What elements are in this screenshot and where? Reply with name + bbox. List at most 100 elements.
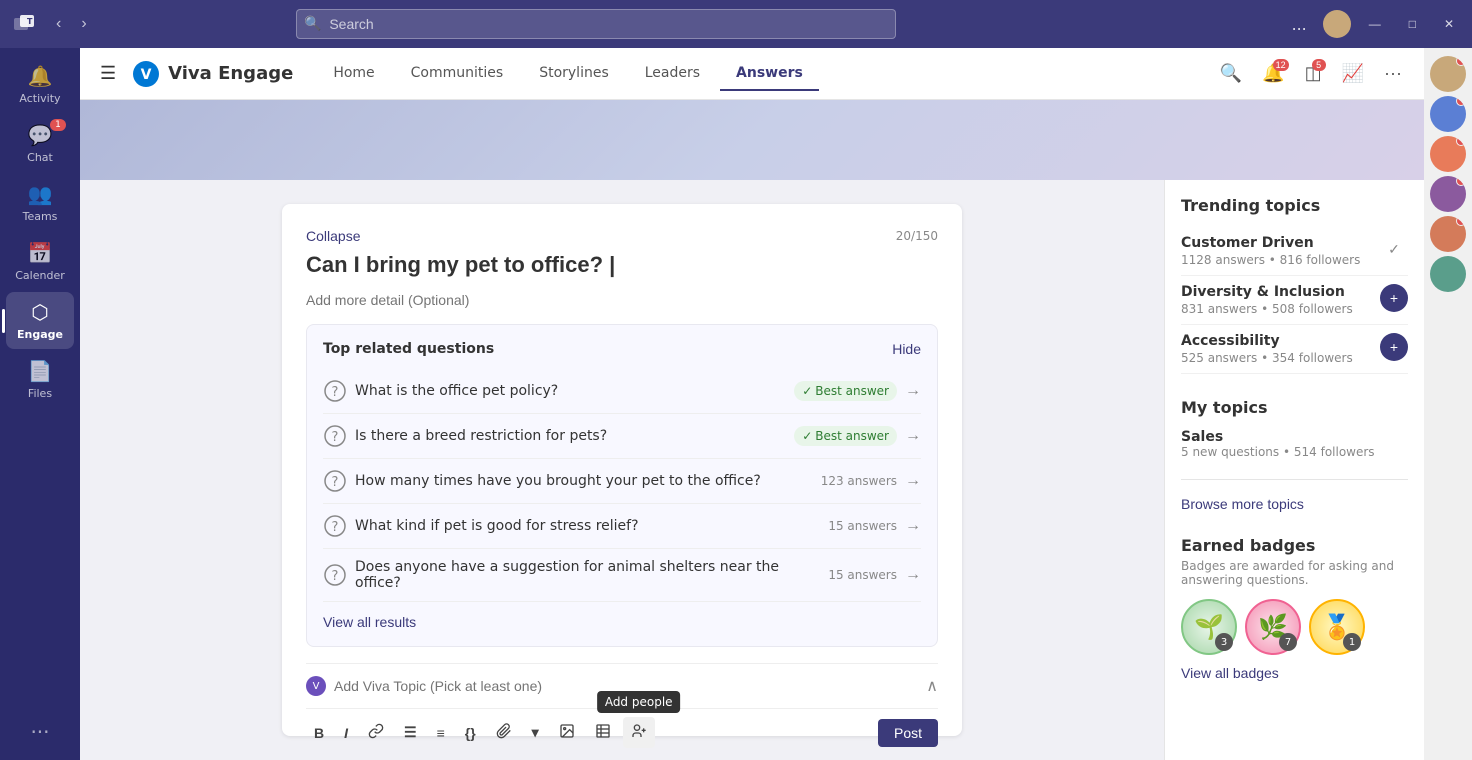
question-arrow-button[interactable]: →	[905, 566, 921, 584]
maximize-button[interactable]: □	[1399, 13, 1426, 35]
right-rail-avatar-1[interactable]	[1430, 96, 1466, 132]
nav-item-answers[interactable]: Answers	[720, 57, 819, 91]
sidebar-item-calendar[interactable]: 📅 Calender	[6, 233, 74, 290]
minimize-button[interactable]: —	[1359, 13, 1391, 35]
badges-title: Earned badges	[1181, 536, 1408, 555]
bold-button[interactable]: B	[306, 719, 332, 747]
related-question-item[interactable]: ? Does anyone have a suggestion for anim…	[323, 549, 921, 602]
sidebar-item-activity[interactable]: 🔔 Activity	[6, 56, 74, 113]
sidebar-item-label: Teams	[23, 210, 58, 223]
code-button[interactable]: {}	[457, 719, 484, 747]
best-answer-badge: ✓ Best answer	[794, 381, 897, 401]
attach-dropdown-button[interactable]: ▾	[524, 718, 547, 747]
viva-engage-logo-icon: V	[132, 60, 160, 88]
question-icon: ?	[323, 514, 347, 538]
header-store-button[interactable]: ◫5	[1299, 57, 1328, 90]
badge-count: 1	[1343, 633, 1361, 651]
sidebar-item-label: Calender	[15, 269, 65, 282]
my-topic-row: Sales 5 new questions • 514 followers	[1181, 425, 1408, 463]
header-analytics-button[interactable]: 📈	[1336, 57, 1370, 90]
sidebar-item-files[interactable]: 📄 Files	[6, 351, 74, 408]
attach-button[interactable]	[488, 717, 520, 748]
view-all-button[interactable]: View all results	[323, 614, 416, 630]
sidebar-item-engage[interactable]: ⬡ Engage	[6, 292, 74, 349]
nav-item-home[interactable]: Home	[317, 57, 390, 91]
badge-count: 3	[1215, 633, 1233, 651]
badge-item: 🏅 1	[1309, 599, 1365, 655]
table-button[interactable]	[587, 717, 619, 748]
post-button[interactable]: Post	[878, 719, 938, 747]
hide-button[interactable]: Hide	[892, 341, 921, 357]
sidebar-more-button[interactable]: ···	[30, 720, 49, 744]
right-rail-avatar-5[interactable]	[1430, 256, 1466, 292]
answer-count: 123 answers	[821, 474, 897, 488]
titlebar-more-button[interactable]: ...	[1284, 10, 1315, 39]
topic-follow-button[interactable]: +	[1380, 284, 1408, 312]
chat-icon: 💬	[28, 123, 53, 147]
right-rail-avatar-3[interactable]	[1430, 176, 1466, 212]
numbers-button[interactable]: ≡	[429, 719, 453, 747]
badge-count: 7	[1279, 633, 1297, 651]
trending-title: Trending topics	[1181, 196, 1408, 215]
link-button[interactable]	[360, 717, 392, 748]
sidebar-item-label: Engage	[17, 328, 63, 341]
search-input[interactable]	[296, 9, 896, 39]
nav-item-storylines[interactable]: Storylines	[523, 57, 625, 91]
image-button[interactable]	[551, 717, 583, 748]
trending-topic-row: Diversity & Inclusion 831 answers • 508 …	[1181, 276, 1408, 325]
bullets-button[interactable]: ☰	[396, 718, 425, 747]
header-more-button[interactable]: ···	[1378, 57, 1408, 90]
char-count: 20/150	[896, 229, 938, 243]
question-arrow-button[interactable]: →	[905, 382, 921, 400]
view-all-badges-button[interactable]: View all badges	[1181, 665, 1279, 681]
related-question-text: How many times have you brought your pet…	[355, 473, 821, 489]
nav-item-leaders[interactable]: Leaders	[629, 57, 716, 91]
badges-row: 🌱 3 🌿 7 🏅 1	[1181, 599, 1408, 655]
header-notifications-button[interactable]: 🔔12	[1256, 57, 1290, 90]
right-rail-avatar-0[interactable]	[1430, 56, 1466, 92]
right-rail-avatar-4[interactable]	[1430, 216, 1466, 252]
trending-topic-row: Customer Driven 1128 answers • 816 follo…	[1181, 227, 1408, 276]
topic-name: Accessibility	[1181, 333, 1353, 349]
titlebar-search-area: 🔍	[296, 9, 896, 39]
notifications-badge: 12	[1273, 59, 1289, 71]
question-input[interactable]	[306, 252, 938, 278]
sidebar-item-teams[interactable]: 👥 Teams	[6, 174, 74, 231]
avatar-badge	[1456, 56, 1466, 66]
question-arrow-button[interactable]: →	[905, 517, 921, 535]
store-badge: 5	[1312, 59, 1326, 71]
topic-collapse-button[interactable]: ∧	[926, 676, 938, 696]
teams-icon: 👥	[28, 182, 53, 206]
nav-item-communities[interactable]: Communities	[395, 57, 520, 91]
detail-input[interactable]	[306, 292, 938, 308]
topic-follow-button[interactable]: +	[1380, 333, 1408, 361]
user-avatar[interactable]	[1323, 10, 1351, 38]
close-button[interactable]: ✕	[1434, 13, 1464, 35]
question-icon: ?	[323, 469, 347, 493]
question-arrow-button[interactable]: →	[905, 472, 921, 490]
titlebar: T ‹ › 🔍 ... — □ ✕	[0, 0, 1472, 48]
related-question-item[interactable]: ? What kind if pet is good for stress re…	[323, 504, 921, 549]
add-people-tooltip: Add people	[597, 691, 681, 713]
hamburger-button[interactable]: ☰	[96, 59, 120, 88]
question-arrow-button[interactable]: →	[905, 427, 921, 445]
my-topics-section: My topics Sales 5 new questions • 514 fo…	[1181, 398, 1408, 512]
topic-meta: 831 answers • 508 followers	[1181, 302, 1353, 316]
collapse-button[interactable]: Collapse	[306, 228, 360, 244]
svg-text:?: ?	[332, 475, 339, 490]
italic-button[interactable]: I	[336, 719, 356, 747]
app-header-right: 🔍 🔔12 ◫5 📈 ···	[1214, 57, 1408, 90]
related-question-item[interactable]: ? Is there a breed restriction for pets?…	[323, 414, 921, 459]
forward-button[interactable]: ›	[73, 11, 94, 37]
header-search-button[interactable]: 🔍	[1214, 57, 1248, 90]
topic-follow-button[interactable]: ✓	[1380, 235, 1408, 263]
related-question-item[interactable]: ? What is the office pet policy? ✓ Best …	[323, 369, 921, 414]
sidebar-item-chat[interactable]: 1 💬 Chat	[6, 115, 74, 172]
app-nav: Home Communities Storylines Leaders Answ…	[317, 57, 819, 91]
right-rail-avatar-2[interactable]	[1430, 136, 1466, 172]
app-header: ☰ V Viva Engage Home Communities Storyli…	[80, 48, 1424, 100]
browse-topics-button[interactable]: Browse more topics	[1181, 496, 1304, 512]
related-question-item[interactable]: ? How many times have you brought your p…	[323, 459, 921, 504]
back-button[interactable]: ‹	[48, 11, 69, 37]
add-people-button[interactable]	[623, 717, 655, 748]
